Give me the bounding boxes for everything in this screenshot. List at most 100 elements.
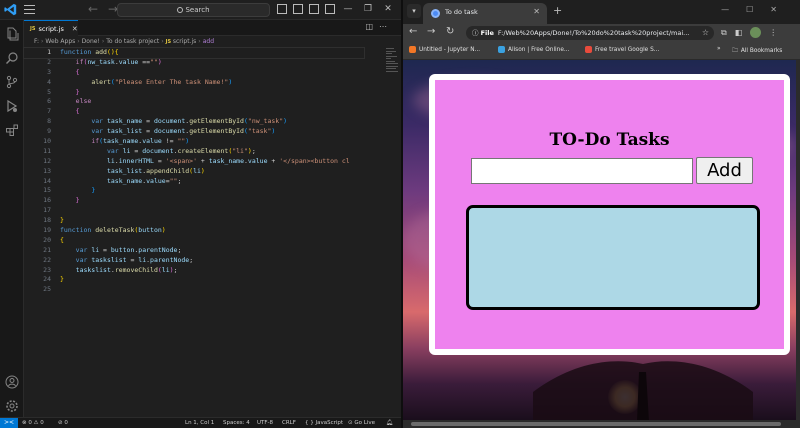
breadcrumb[interactable]: F: › Web Apps › Done! › To do task project › JS … <box>24 36 401 48</box>
code-line[interactable]: 21 var li = button.parentNode; <box>24 246 364 256</box>
task-name-input[interactable] <box>471 158 693 184</box>
scrollbar-thumb[interactable] <box>411 422 781 426</box>
close-icon[interactable]: ✕ <box>770 5 794 14</box>
code-token: + <box>267 156 280 165</box>
javascript-file-icon[interactable]: JS <box>166 39 173 45</box>
tab-close-icon[interactable]: ✕ <box>533 7 540 16</box>
code-line[interactable]: 11 var li = document.createElement("li")… <box>24 147 364 157</box>
hamburger-menu-icon[interactable] <box>24 5 35 14</box>
code-line[interactable]: 19 function deleteTask(button) <box>24 226 364 236</box>
breadcrumb-segment[interactable]: script.js <box>173 38 196 45</box>
add-button[interactable]: Add <box>696 157 753 184</box>
forward-icon[interactable]: → <box>427 26 435 37</box>
extensions-puzzle-icon[interactable]: ⧉ <box>721 28 727 38</box>
minimap[interactable] <box>386 48 398 98</box>
code-line[interactable]: 13 task_list.appendChild(li) <box>24 167 364 177</box>
code-line[interactable]: 1 function add(){ <box>23 47 365 59</box>
breadcrumb-segment[interactable]: Web Apps <box>45 38 75 45</box>
go-live-button[interactable]: ⊙ Go Live <box>348 418 375 428</box>
code-token: = <box>142 127 154 136</box>
bookmark-star-icon[interactable]: ☆ <box>702 26 709 40</box>
extensions-icon[interactable] <box>5 122 19 136</box>
code-line[interactable]: 8 var task_name = document.getElementByI… <box>24 117 364 127</box>
toggle-panel-icon[interactable] <box>293 4 303 14</box>
code-line[interactable]: 23 taskslist.removeChild(li); <box>24 266 364 276</box>
code-line[interactable]: 17 <box>24 206 364 216</box>
minimize-icon[interactable]: — <box>721 5 746 14</box>
breadcrumb-segment[interactable]: Done! <box>82 38 100 45</box>
account-icon[interactable] <box>5 374 19 389</box>
horizontal-scrollbar[interactable] <box>403 420 800 428</box>
vscode-titlebar: ←→ Search — ❐ ✕ <box>0 0 401 20</box>
code-token: var <box>75 255 92 264</box>
bookmark-item-jupyter[interactable]: Untitled - Jupyter N... <box>409 46 480 53</box>
code-line[interactable]: 3 { <box>24 68 364 78</box>
code-line[interactable]: 6 else <box>24 97 364 107</box>
code-line[interactable]: 18} <box>24 216 364 226</box>
tab-script-js[interactable]: JS script.js ✕ <box>24 20 78 36</box>
jupyter-icon <box>409 46 416 53</box>
profile-avatar[interactable] <box>750 27 762 38</box>
tab-to-do-task[interactable]: To do task ✕ <box>423 3 547 24</box>
run-debug-icon[interactable] <box>5 98 19 113</box>
notifications-bell-icon[interactable]: 🔔︎ <box>386 418 393 428</box>
code-token: li <box>161 265 170 274</box>
code-line[interactable]: 12 li.innerHTML = '<span>' + task_name.v… <box>24 157 364 167</box>
code-token: getElementById <box>189 117 244 126</box>
close-icon[interactable]: ✕ <box>381 4 395 16</box>
code-editor[interactable]: 1 function add(){2 if(nw_task.value =="")… <box>23 47 365 295</box>
language-mode[interactable]: { } JavaScript <box>305 418 343 428</box>
tab-search-icon[interactable]: ▾ <box>407 4 421 18</box>
new-tab-icon[interactable]: + <box>553 4 562 17</box>
code-line[interactable]: 16 } <box>24 196 364 206</box>
code-line[interactable]: 9 var task_list = document.getElementByI… <box>24 127 364 137</box>
code-line[interactable]: 24} <box>24 275 364 285</box>
chrome-tabstrip: ▾ To do task ✕ + —☐✕ <box>403 0 800 24</box>
chrome-menu-icon[interactable]: ⋮ <box>769 28 777 37</box>
info-icon[interactable]: ⓘ <box>472 29 481 37</box>
problems-status[interactable]: ⊗ 0 ⚠ 0 <box>22 418 44 428</box>
customize-layout-icon[interactable] <box>325 4 335 14</box>
indentation-status[interactable]: Spaces: 4 <box>223 418 250 428</box>
code-line[interactable]: 2 if(nw_task.value =="") <box>24 58 364 68</box>
command-center-search[interactable]: Search <box>117 3 270 17</box>
encoding-status[interactable]: UTF-8 <box>257 418 273 428</box>
breadcrumb-symbol[interactable]: add <box>203 38 214 45</box>
code-token: = <box>142 117 154 126</box>
code-line[interactable]: 7 { <box>24 107 364 117</box>
code-line[interactable]: 20 { <box>24 236 364 246</box>
maximize-icon[interactable]: ☐ <box>746 5 770 14</box>
restore-icon[interactable]: ❐ <box>361 4 375 16</box>
address-bar[interactable]: ⓘ File F:/Web%20Apps/Done!/To%20do%20task… <box>466 26 714 40</box>
settings-gear-icon[interactable] <box>5 398 19 412</box>
remote-indicator[interactable]: >< <box>0 418 18 428</box>
search-icon[interactable] <box>5 50 19 64</box>
ports-status[interactable]: ⊘ 0 <box>58 418 68 428</box>
split-editor-icon[interactable]: ◫ <box>365 22 379 31</box>
code-line[interactable]: 10 if(task_name.value != "") <box>24 137 364 147</box>
breadcrumb-segment[interactable]: To do task project <box>106 38 159 45</box>
all-bookmarks-folder[interactable]: 🗀︎ All Bookmarks <box>732 46 782 56</box>
reload-icon[interactable]: ↻ <box>446 26 454 37</box>
tab-close-icon[interactable]: ✕ <box>72 25 78 33</box>
back-icon[interactable]: ← <box>409 26 417 37</box>
code-line[interactable]: 25 <box>24 285 364 295</box>
eol-status[interactable]: CRLF <box>282 418 296 428</box>
code-line[interactable]: 5 } <box>24 88 364 98</box>
toggle-secondary-sidebar-icon[interactable] <box>309 4 319 14</box>
vertical-scrollbar[interactable] <box>796 60 800 420</box>
toggle-sidebar-icon[interactable] <box>277 4 287 14</box>
more-actions-icon[interactable]: ⋯ <box>379 22 393 31</box>
source-control-icon[interactable] <box>5 74 19 89</box>
code-line[interactable]: 14 task_name.value=""; <box>24 177 364 187</box>
minimize-icon[interactable]: — <box>341 4 355 16</box>
side-panel-icon[interactable]: ◧ <box>735 28 743 37</box>
code-line[interactable]: 15 } <box>24 186 364 196</box>
bookmarks-overflow-icon[interactable]: » <box>717 46 721 52</box>
explorer-icon[interactable] <box>5 26 19 41</box>
bookmark-item-travel[interactable]: Free travel Google S... <box>585 46 659 53</box>
code-line[interactable]: 22 var taskslist = li.parentNode; <box>24 256 364 266</box>
bookmark-item-alison[interactable]: Alison | Free Online... <box>498 46 569 53</box>
cursor-position[interactable]: Ln 1, Col 1 <box>185 418 214 428</box>
code-line[interactable]: 4 alert("Please Enter The task Name!") <box>24 78 364 88</box>
